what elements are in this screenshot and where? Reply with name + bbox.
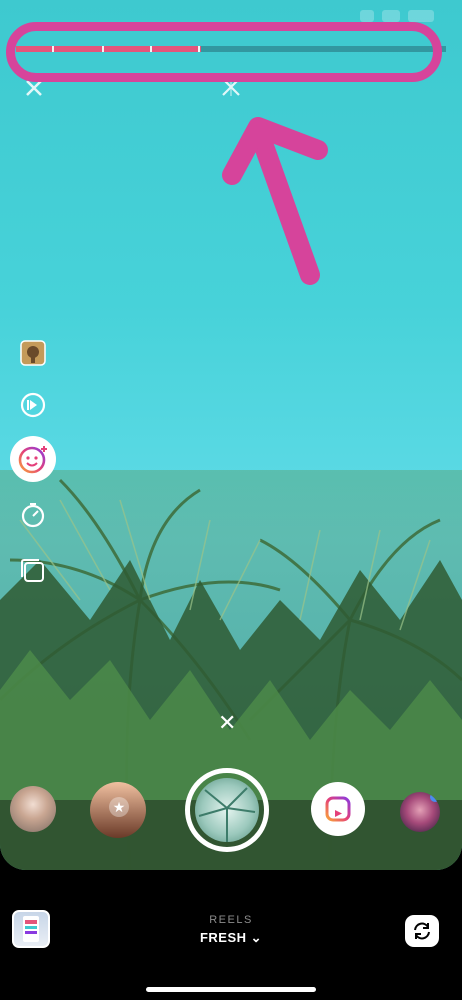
mode-label: REELS — [209, 914, 253, 926]
effects-face-icon — [18, 446, 47, 474]
shutter-button[interactable] — [185, 768, 269, 852]
battery-icon — [408, 10, 434, 22]
camera-viewfinder[interactable]: ✕ ★ — [0, 0, 462, 870]
audio-clip-thumbnail-icon — [20, 340, 46, 366]
reels-icon — [325, 796, 351, 822]
effect-avatar-1[interactable] — [10, 786, 56, 832]
speed-button[interactable] — [10, 382, 56, 428]
annotation-arrow-icon — [222, 117, 328, 285]
effects-button[interactable] — [10, 436, 56, 482]
timer-button[interactable] — [10, 492, 56, 538]
flip-camera-icon — [414, 922, 430, 940]
shutter-preview — [195, 778, 259, 842]
layout-button[interactable] — [10, 548, 56, 594]
dismiss-effect-button[interactable]: ✕ — [218, 710, 236, 736]
home-indicator — [146, 987, 316, 992]
speed-icon — [20, 392, 46, 418]
effect-star-icon: ★ — [109, 797, 129, 817]
flip-camera-button[interactable] — [405, 915, 439, 947]
audio-button[interactable] — [10, 330, 56, 376]
new-effect-dot-icon — [430, 792, 440, 802]
timer-icon — [21, 503, 45, 528]
effect-avatar-2[interactable] — [400, 792, 440, 832]
annotation-highlight-box — [6, 22, 442, 82]
effect-star[interactable]: ★ — [90, 782, 146, 838]
layout-icon — [21, 559, 44, 582]
signal-icon — [360, 10, 374, 22]
bottom-bar: REELS FRESH ⌄ — [0, 870, 462, 1000]
palm-preview-icon — [198, 787, 256, 842]
chevron-down-icon: ⌄ — [250, 930, 263, 945]
reels-button[interactable] — [311, 782, 365, 836]
wifi-icon — [382, 10, 400, 22]
filter-selector[interactable]: FRESH ⌄ — [0, 930, 462, 946]
filter-label: FRESH — [199, 930, 247, 945]
effects-tray: ★ — [0, 760, 462, 860]
